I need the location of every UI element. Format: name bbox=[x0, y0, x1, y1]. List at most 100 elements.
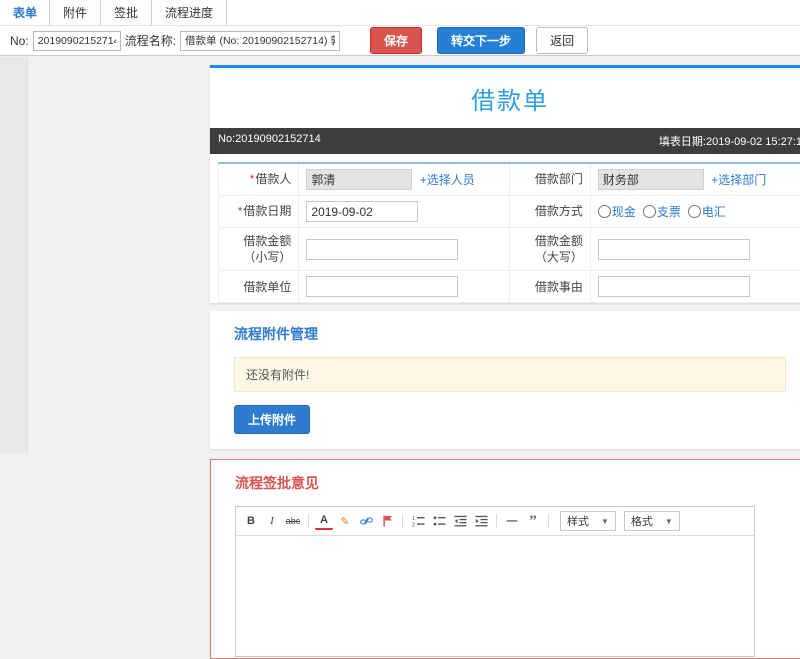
ordered-list-icon[interactable]: 12 bbox=[409, 512, 427, 530]
date-value-cell bbox=[299, 196, 510, 228]
rich-text-editor: B I abc A ✎ 12 bbox=[235, 506, 755, 657]
no-label: No: bbox=[10, 34, 29, 48]
toolbar-divider bbox=[496, 514, 497, 528]
loan-form-table: *借款人 +选择人员 借款部门 +选择部门 *借款日期 借款方式 现金支 bbox=[218, 162, 800, 303]
tab-attachments[interactable]: 附件 bbox=[49, 0, 101, 25]
borrow-date-input[interactable] bbox=[306, 201, 418, 222]
main-content: 借款单 No:20190902152714 填表日期:2019-09-02 15… bbox=[210, 57, 800, 659]
pay-method-cheque[interactable]: 支票 bbox=[643, 205, 681, 219]
form-no: No:20190902152714 bbox=[218, 133, 321, 149]
font-color-icon[interactable]: A bbox=[315, 512, 333, 530]
dept-label-cell: 借款部门 bbox=[510, 163, 590, 196]
format-select[interactable]: 格式 ▼ bbox=[624, 511, 680, 531]
bold-icon[interactable]: B bbox=[242, 512, 260, 530]
wire-radio[interactable] bbox=[688, 205, 701, 218]
tab-progress[interactable]: 流程进度 bbox=[151, 0, 227, 25]
borrower-label: 借款人 bbox=[255, 172, 291, 186]
toolbar-divider bbox=[402, 514, 403, 528]
italic-icon[interactable]: I bbox=[263, 512, 281, 530]
back-button[interactable]: 返回 bbox=[536, 27, 588, 54]
dept-value-cell: +选择部门 bbox=[590, 163, 800, 196]
style-select-label: 样式 bbox=[567, 513, 589, 529]
amount-upper-label: 借款金额（大写） bbox=[535, 234, 583, 264]
tab-approval[interactable]: 签批 bbox=[100, 0, 152, 25]
select-person-link[interactable]: +选择人员 bbox=[420, 173, 475, 187]
cheque-radio-label: 支票 bbox=[657, 205, 681, 219]
required-mark: * bbox=[250, 172, 255, 186]
reason-label-cell: 借款事由 bbox=[510, 271, 590, 303]
unit-value-cell bbox=[299, 271, 510, 303]
reason-input[interactable] bbox=[598, 276, 750, 297]
unordered-list-icon[interactable] bbox=[430, 512, 448, 530]
borrower-value-cell: +选择人员 bbox=[299, 163, 510, 196]
action-toolbar: No: 流程名称: 保存 转交下一步 返回 bbox=[0, 26, 800, 56]
table-row: 借款金额（小写） 借款金额（大写） bbox=[219, 228, 800, 271]
style-select[interactable]: 样式 ▼ bbox=[560, 511, 616, 531]
svg-text:1: 1 bbox=[412, 516, 415, 522]
amount-upper-input[interactable] bbox=[598, 239, 750, 260]
chevron-down-icon: ▼ bbox=[601, 517, 609, 526]
reason-value-cell bbox=[590, 271, 800, 303]
approval-heading: 流程签批意见 bbox=[235, 473, 785, 493]
unit-label: 借款单位 bbox=[243, 280, 291, 294]
cash-radio-label: 现金 bbox=[612, 205, 636, 219]
attachment-heading: 流程附件管理 bbox=[234, 324, 786, 344]
cash-radio[interactable] bbox=[598, 205, 611, 218]
blockquote-icon[interactable]: ” bbox=[524, 512, 542, 530]
horizontal-rule-icon[interactable]: — bbox=[503, 512, 521, 530]
attachment-empty-notice: 还没有附件! bbox=[234, 357, 786, 392]
amount-upper-value-cell bbox=[590, 228, 800, 271]
process-name-label: 流程名称: bbox=[125, 32, 176, 49]
table-row: *借款人 +选择人员 借款部门 +选择部门 bbox=[219, 163, 800, 196]
amount-lower-input[interactable] bbox=[306, 239, 458, 260]
upload-attachment-button[interactable]: 上传附件 bbox=[234, 405, 310, 434]
required-mark: * bbox=[238, 204, 243, 218]
amount-lower-label: 借款金额（小写） bbox=[243, 234, 291, 264]
borrower-input[interactable] bbox=[306, 169, 412, 190]
strikethrough-icon[interactable]: abc bbox=[284, 512, 302, 530]
save-button[interactable]: 保存 bbox=[370, 27, 422, 54]
next-step-button[interactable]: 转交下一步 bbox=[437, 27, 525, 54]
toolbar-divider bbox=[548, 514, 549, 528]
amount-lower-label-cell: 借款金额（小写） bbox=[219, 228, 299, 271]
link-icon[interactable] bbox=[357, 512, 375, 530]
unit-label-cell: 借款单位 bbox=[219, 271, 299, 303]
wire-radio-label: 电汇 bbox=[702, 205, 726, 219]
format-select-label: 格式 bbox=[631, 513, 653, 529]
borrower-label-cell: *借款人 bbox=[219, 163, 299, 196]
date-label-cell: *借款日期 bbox=[219, 196, 299, 228]
dept-input[interactable] bbox=[598, 169, 704, 190]
amount-lower-value-cell bbox=[299, 228, 510, 271]
table-row: *借款日期 借款方式 现金 支票 电汇 bbox=[219, 196, 800, 228]
pencil-icon[interactable]: ✎ bbox=[336, 512, 354, 530]
form-date: 填表日期:2019-09-02 15:27:1 bbox=[659, 133, 800, 149]
dept-label: 借款部门 bbox=[535, 172, 583, 186]
pay-method-cash[interactable]: 现金 bbox=[598, 205, 636, 219]
no-input[interactable] bbox=[33, 31, 121, 51]
select-dept-link[interactable]: +选择部门 bbox=[711, 173, 766, 187]
editor-toolbar: B I abc A ✎ 12 bbox=[236, 507, 754, 536]
page-title: 借款单 bbox=[210, 68, 800, 128]
method-value-cell: 现金 支票 电汇 bbox=[590, 196, 800, 228]
cheque-radio[interactable] bbox=[643, 205, 656, 218]
unit-input[interactable] bbox=[306, 276, 458, 297]
indent-icon[interactable] bbox=[472, 512, 490, 530]
method-label: 借款方式 bbox=[535, 204, 583, 218]
flag-icon[interactable] bbox=[378, 512, 396, 530]
outdent-icon[interactable] bbox=[451, 512, 469, 530]
tab-form[interactable]: 表单 bbox=[0, 0, 50, 25]
chevron-down-icon: ▼ bbox=[665, 517, 673, 526]
reason-label: 借款事由 bbox=[535, 280, 583, 294]
editor-content-area[interactable] bbox=[236, 536, 754, 656]
svg-text:2: 2 bbox=[412, 523, 415, 528]
top-tab-bar: 表单 附件 签批 流程进度 bbox=[0, 0, 800, 26]
pay-method-wire[interactable]: 电汇 bbox=[688, 205, 726, 219]
left-side-strip bbox=[0, 57, 28, 453]
loan-form-card: 借款单 No:20190902152714 填表日期:2019-09-02 15… bbox=[210, 65, 800, 303]
attachment-card: 流程附件管理 还没有附件! 上传附件 bbox=[210, 311, 800, 449]
date-label: 借款日期 bbox=[243, 204, 291, 218]
process-name-input[interactable] bbox=[180, 31, 340, 51]
table-row: 借款单位 借款事由 bbox=[219, 271, 800, 303]
amount-upper-label-cell: 借款金额（大写） bbox=[510, 228, 590, 271]
approval-card: 流程签批意见 B I abc A ✎ 12 bbox=[210, 459, 800, 659]
